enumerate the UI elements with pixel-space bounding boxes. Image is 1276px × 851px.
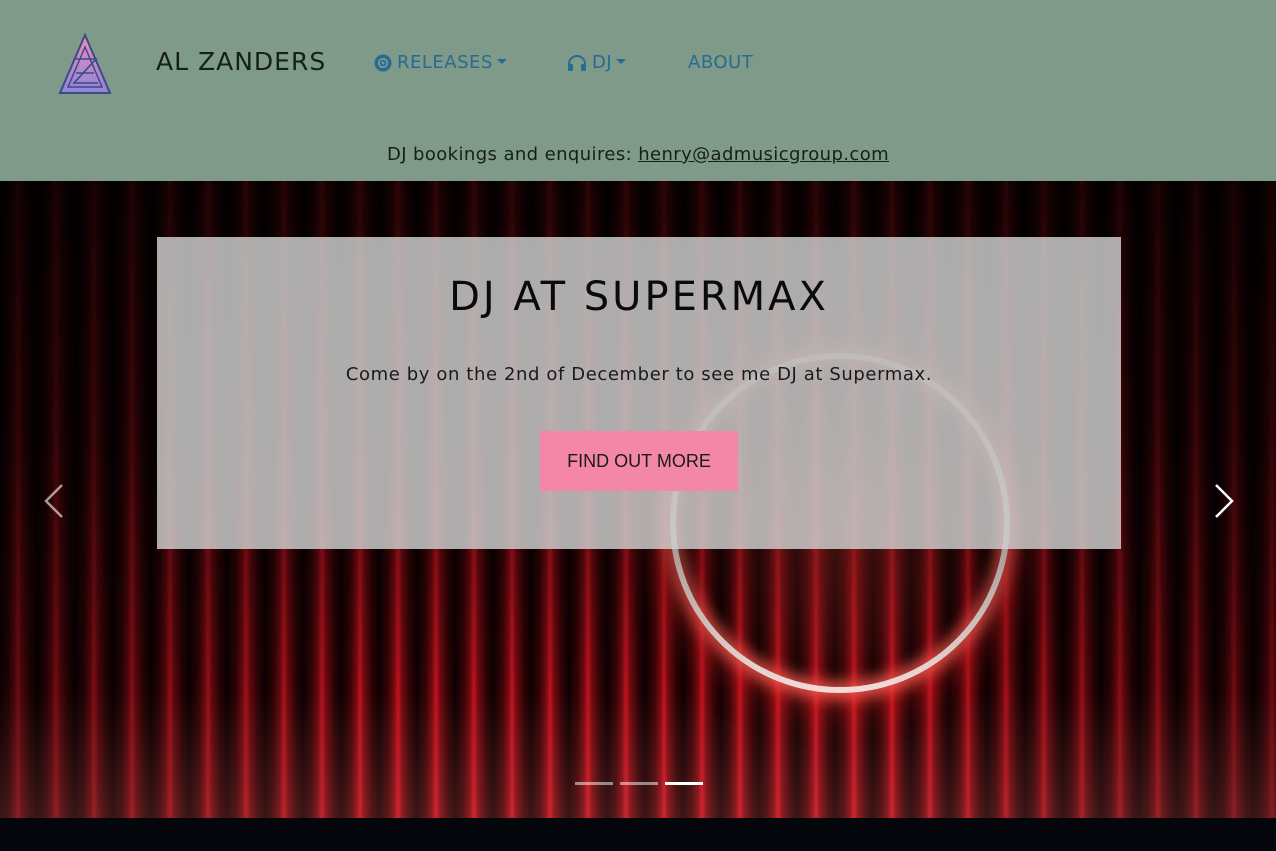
slide-title: DJ AT SUPERMAX xyxy=(449,274,829,320)
navbar: AL ZANDERS RELEASES DJ ABOUT DJ bookings… xyxy=(0,0,1276,181)
caret-down-icon xyxy=(496,58,507,64)
carousel-indicator-1[interactable] xyxy=(575,782,613,785)
booking-text: DJ bookings and enquires: xyxy=(386,144,639,165)
page-footer-strip xyxy=(0,818,1276,851)
nav-about-link[interactable]: ABOUT xyxy=(688,52,753,74)
chevron-left-icon[interactable] xyxy=(42,483,66,519)
carousel-caption: DJ AT SUPERMAX Come by on the 2nd of Dec… xyxy=(157,237,1121,549)
disc-icon xyxy=(374,54,392,72)
slide-description: Come by on the 2nd of December to see me… xyxy=(345,364,933,385)
brand-name[interactable]: AL ZANDERS xyxy=(156,46,326,78)
booking-notice: DJ bookings and enquires: henry@admusicg… xyxy=(0,143,1276,167)
nav-releases-dropdown[interactable]: RELEASES xyxy=(374,52,507,74)
carousel-indicators xyxy=(575,782,705,788)
triangle-az-logo[interactable] xyxy=(58,33,112,95)
nav-dj-dropdown[interactable]: DJ xyxy=(567,52,627,74)
nav-dj-label: DJ xyxy=(592,52,613,73)
carousel-indicator-3[interactable] xyxy=(665,782,703,785)
nav-about-label: ABOUT xyxy=(688,52,754,73)
carousel-indicator-2[interactable] xyxy=(620,782,658,785)
find-out-more-button[interactable]: FIND OUT MORE xyxy=(540,431,738,491)
nav-releases-label: RELEASES xyxy=(397,52,493,73)
chevron-right-icon[interactable] xyxy=(1212,483,1236,519)
headphones-icon xyxy=(568,55,586,71)
booking-email-link[interactable]: henry@admusicgroup.com xyxy=(638,144,889,165)
hero-carousel: DJ AT SUPERMAX Come by on the 2nd of Dec… xyxy=(0,181,1276,818)
caret-down-icon xyxy=(616,58,627,64)
